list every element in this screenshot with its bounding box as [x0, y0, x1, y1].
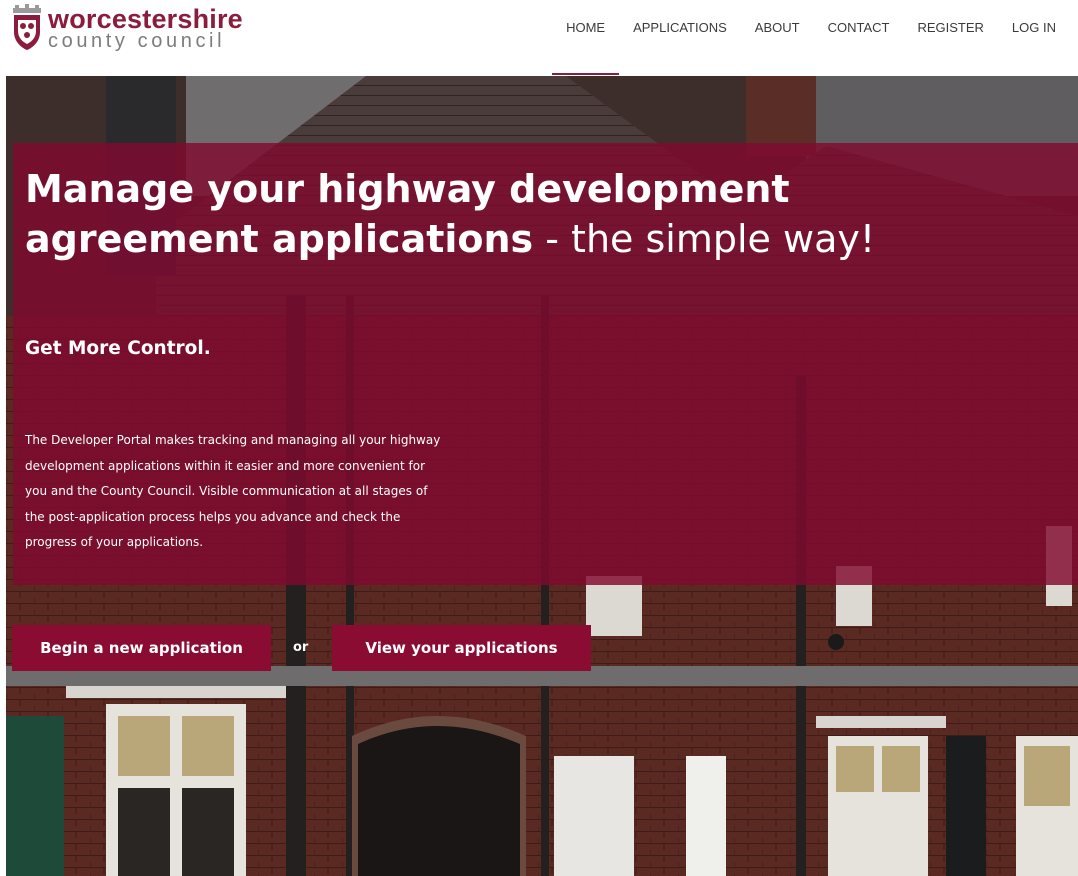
site-header: worcestershire county council HOME APPLI… — [0, 0, 1078, 76]
logo-wordmark: worcestershire county council — [48, 4, 243, 51]
nav-item-about[interactable]: ABOUT — [755, 0, 800, 76]
nav-item-register[interactable]: REGISTER — [917, 0, 983, 76]
headline-light-text: - the simple way! — [533, 217, 876, 261]
hero-headline: Manage your highway development agreemen… — [25, 164, 885, 264]
council-crest-icon — [13, 4, 41, 50]
hero-description: The Developer Portal makes tracking and … — [25, 433, 441, 550]
site-logo[interactable]: worcestershire county council — [10, 4, 243, 52]
or-separator: or — [293, 640, 309, 655]
nav-item-contact[interactable]: CONTACT — [828, 0, 890, 76]
begin-new-application-button[interactable]: Begin a new application — [12, 625, 271, 671]
view-applications-button[interactable]: View your applications — [332, 625, 591, 671]
logo-subtitle: county council — [48, 30, 226, 52]
hero-banner: Manage your highway development agreemen… — [6, 76, 1078, 876]
nav-item-home[interactable]: HOME — [552, 0, 620, 76]
hero-subheading: Get More Control. — [25, 338, 211, 359]
nav-item-applications[interactable]: APPLICATIONS — [633, 0, 727, 76]
main-nav: HOME APPLICATIONS ABOUT CONTACT REGISTER… — [552, 0, 1056, 76]
nav-item-log-in[interactable]: LOG IN — [1012, 0, 1056, 76]
